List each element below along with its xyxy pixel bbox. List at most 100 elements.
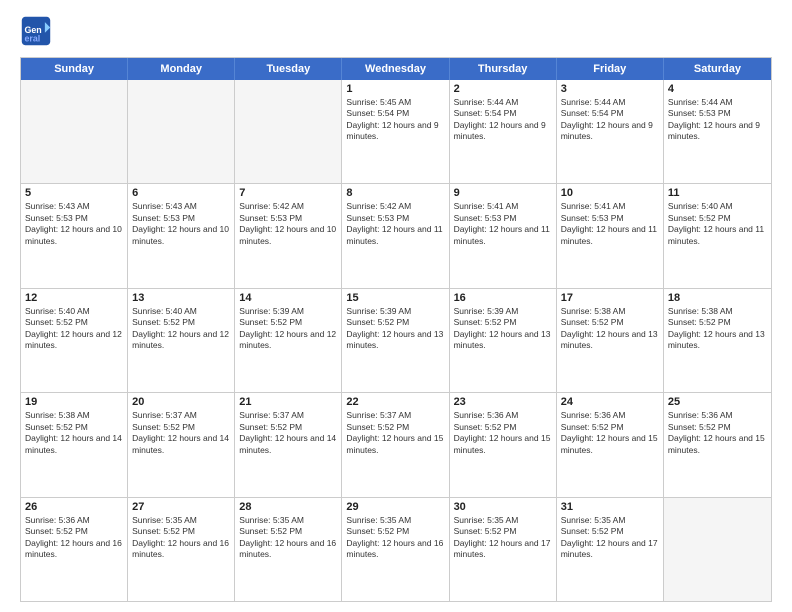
calendar-cell (664, 498, 771, 601)
weekday-header: Saturday (664, 58, 771, 80)
cell-info: Sunrise: 5:39 AM Sunset: 5:52 PM Dayligh… (346, 306, 444, 352)
cell-info: Sunrise: 5:35 AM Sunset: 5:52 PM Dayligh… (561, 515, 659, 561)
cell-info: Sunrise: 5:38 AM Sunset: 5:52 PM Dayligh… (668, 306, 767, 352)
cell-info: Sunrise: 5:44 AM Sunset: 5:54 PM Dayligh… (454, 97, 552, 143)
calendar-cell: 8 Sunrise: 5:42 AM Sunset: 5:53 PM Daylig… (342, 184, 449, 287)
day-number: 30 (454, 501, 552, 513)
day-number: 17 (561, 292, 659, 304)
day-number: 7 (239, 187, 337, 199)
calendar-header: SundayMondayTuesdayWednesdayThursdayFrid… (21, 58, 771, 80)
cell-info: Sunrise: 5:37 AM Sunset: 5:52 PM Dayligh… (132, 410, 230, 456)
weekday-header: Wednesday (342, 58, 449, 80)
weekday-header: Tuesday (235, 58, 342, 80)
weekday-header: Thursday (450, 58, 557, 80)
cell-info: Sunrise: 5:37 AM Sunset: 5:52 PM Dayligh… (239, 410, 337, 456)
day-number: 2 (454, 83, 552, 95)
cell-info: Sunrise: 5:42 AM Sunset: 5:53 PM Dayligh… (239, 201, 337, 247)
cell-info: Sunrise: 5:41 AM Sunset: 5:53 PM Dayligh… (561, 201, 659, 247)
page-header: Gen eral (20, 15, 772, 47)
day-number: 14 (239, 292, 337, 304)
cell-info: Sunrise: 5:45 AM Sunset: 5:54 PM Dayligh… (346, 97, 444, 143)
calendar-cell: 10 Sunrise: 5:41 AM Sunset: 5:53 PM Dayli… (557, 184, 664, 287)
calendar-cell: 18 Sunrise: 5:38 AM Sunset: 5:52 PM Dayli… (664, 289, 771, 392)
calendar-cell: 7 Sunrise: 5:42 AM Sunset: 5:53 PM Daylig… (235, 184, 342, 287)
calendar-row: 26 Sunrise: 5:36 AM Sunset: 5:52 PM Dayli… (21, 498, 771, 601)
cell-info: Sunrise: 5:43 AM Sunset: 5:53 PM Dayligh… (132, 201, 230, 247)
weekday-header: Friday (557, 58, 664, 80)
day-number: 9 (454, 187, 552, 199)
day-number: 8 (346, 187, 444, 199)
calendar-cell (21, 80, 128, 183)
day-number: 22 (346, 396, 444, 408)
cell-info: Sunrise: 5:39 AM Sunset: 5:52 PM Dayligh… (239, 306, 337, 352)
day-number: 11 (668, 187, 767, 199)
day-number: 29 (346, 501, 444, 513)
cell-info: Sunrise: 5:36 AM Sunset: 5:52 PM Dayligh… (561, 410, 659, 456)
calendar-cell: 23 Sunrise: 5:36 AM Sunset: 5:52 PM Dayli… (450, 393, 557, 496)
cell-info: Sunrise: 5:36 AM Sunset: 5:52 PM Dayligh… (668, 410, 767, 456)
day-number: 10 (561, 187, 659, 199)
calendar-page: Gen eral SundayMondayTuesdayWednesdayThu… (0, 0, 792, 612)
weekday-header: Sunday (21, 58, 128, 80)
calendar-cell: 28Sunrise: 5:35 AM Sunset: 5:52 PM Dayli… (235, 498, 342, 601)
day-number: 31 (561, 501, 659, 513)
weekday-header: Monday (128, 58, 235, 80)
calendar: SundayMondayTuesdayWednesdayThursdayFrid… (20, 57, 772, 602)
logo-icon: Gen eral (20, 15, 52, 47)
calendar-cell: 4 Sunrise: 5:44 AM Sunset: 5:53 PM Daylig… (664, 80, 771, 183)
cell-info: Sunrise: 5:36 AM Sunset: 5:52 PM Dayligh… (25, 515, 123, 561)
day-number: 5 (25, 187, 123, 199)
calendar-cell: 27 Sunrise: 5:35 AM Sunset: 5:52 PM Dayli… (128, 498, 235, 601)
calendar-cell: 2 Sunrise: 5:44 AM Sunset: 5:54 PM Daylig… (450, 80, 557, 183)
cell-info: Sunrise: 5:39 AM Sunset: 5:52 PM Dayligh… (454, 306, 552, 352)
day-number: 28 (239, 501, 337, 513)
cell-info: Sunrise: 5:42 AM Sunset: 5:53 PM Dayligh… (346, 201, 444, 247)
day-number: 13 (132, 292, 230, 304)
calendar-cell: 31 Sunrise: 5:35 AM Sunset: 5:52 PM Dayli… (557, 498, 664, 601)
cell-info: Sunrise: 5:44 AM Sunset: 5:53 PM Dayligh… (668, 97, 767, 143)
calendar-cell: 11 Sunrise: 5:40 AM Sunset: 5:52 PM Dayli… (664, 184, 771, 287)
calendar-cell (235, 80, 342, 183)
calendar-row: 1 Sunrise: 5:45 AM Sunset: 5:54 PM Daylig… (21, 80, 771, 184)
day-number: 21 (239, 396, 337, 408)
day-number: 24 (561, 396, 659, 408)
cell-info: Sunrise: 5:40 AM Sunset: 5:52 PM Dayligh… (668, 201, 767, 247)
cell-info: Sunrise: 5:43 AM Sunset: 5:53 PM Dayligh… (25, 201, 123, 247)
calendar-row: 19 Sunrise: 5:38 AM Sunset: 5:52 PM Dayli… (21, 393, 771, 497)
day-number: 23 (454, 396, 552, 408)
calendar-cell: 24 Sunrise: 5:36 AM Sunset: 5:52 PM Dayli… (557, 393, 664, 496)
cell-info: Sunrise: 5:40 AM Sunset: 5:52 PM Dayligh… (132, 306, 230, 352)
day-number: 19 (25, 396, 123, 408)
day-number: 18 (668, 292, 767, 304)
calendar-cell: 25Sunrise: 5:36 AM Sunset: 5:52 PM Dayli… (664, 393, 771, 496)
calendar-cell: 20 Sunrise: 5:37 AM Sunset: 5:52 PM Dayli… (128, 393, 235, 496)
calendar-cell: 5 Sunrise: 5:43 AM Sunset: 5:53 PM Daylig… (21, 184, 128, 287)
cell-info: Sunrise: 5:41 AM Sunset: 5:53 PM Dayligh… (454, 201, 552, 247)
cell-info: Sunrise: 5:37 AM Sunset: 5:52 PM Dayligh… (346, 410, 444, 456)
cell-info: Sunrise: 5:38 AM Sunset: 5:52 PM Dayligh… (25, 410, 123, 456)
day-number: 20 (132, 396, 230, 408)
calendar-cell: 3Sunrise: 5:44 AM Sunset: 5:54 PM Daylig… (557, 80, 664, 183)
cell-info: Sunrise: 5:38 AM Sunset: 5:52 PM Dayligh… (561, 306, 659, 352)
day-number: 1 (346, 83, 444, 95)
svg-text:eral: eral (24, 34, 40, 44)
calendar-row: 12 Sunrise: 5:40 AM Sunset: 5:52 PM Dayli… (21, 289, 771, 393)
calendar-cell: 17 Sunrise: 5:38 AM Sunset: 5:52 PM Dayli… (557, 289, 664, 392)
calendar-cell: 14 Sunrise: 5:39 AM Sunset: 5:52 PM Dayli… (235, 289, 342, 392)
day-number: 4 (668, 83, 767, 95)
cell-info: Sunrise: 5:35 AM Sunset: 5:52 PM Dayligh… (132, 515, 230, 561)
day-number: 16 (454, 292, 552, 304)
day-number: 26 (25, 501, 123, 513)
calendar-cell: 16 Sunrise: 5:39 AM Sunset: 5:52 PM Dayli… (450, 289, 557, 392)
calendar-cell: 30 Sunrise: 5:35 AM Sunset: 5:52 PM Dayli… (450, 498, 557, 601)
calendar-cell: 29Sunrise: 5:35 AM Sunset: 5:52 PM Dayli… (342, 498, 449, 601)
calendar-cell: 9 Sunrise: 5:41 AM Sunset: 5:53 PM Daylig… (450, 184, 557, 287)
cell-info: Sunrise: 5:36 AM Sunset: 5:52 PM Dayligh… (454, 410, 552, 456)
calendar-cell: 13 Sunrise: 5:40 AM Sunset: 5:52 PM Dayli… (128, 289, 235, 392)
cell-info: Sunrise: 5:35 AM Sunset: 5:52 PM Dayligh… (454, 515, 552, 561)
calendar-row: 5 Sunrise: 5:43 AM Sunset: 5:53 PM Daylig… (21, 184, 771, 288)
calendar-cell: 19 Sunrise: 5:38 AM Sunset: 5:52 PM Dayli… (21, 393, 128, 496)
day-number: 12 (25, 292, 123, 304)
cell-info: Sunrise: 5:44 AM Sunset: 5:54 PM Dayligh… (561, 97, 659, 143)
day-number: 27 (132, 501, 230, 513)
